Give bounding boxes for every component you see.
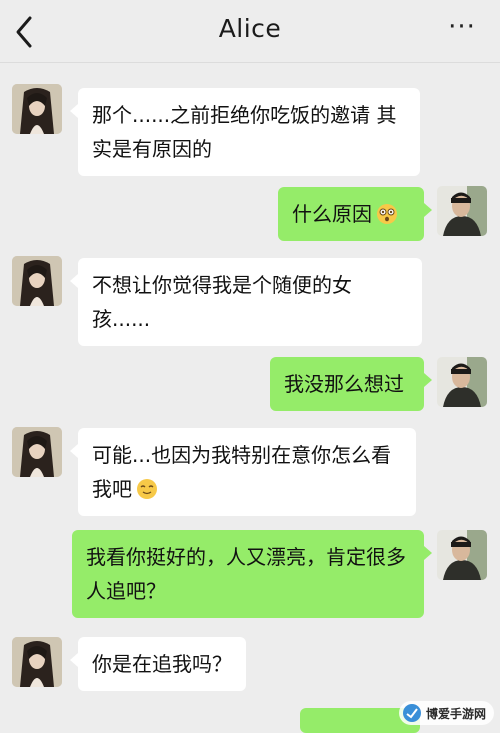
site-watermark: 博爱手游网 (398, 701, 494, 725)
sent-message-bubble[interactable]: 我没那么想过 (270, 357, 432, 411)
contact-avatar-image (12, 427, 62, 477)
contact-avatar[interactable] (12, 84, 62, 134)
received-message-bubble[interactable]: 那个......之前拒绝你吃饭的邀请 其实是有原因的 (70, 88, 420, 176)
chat-title: Alice (218, 14, 282, 43)
sent-message-bubble[interactable]: 什么原因 (278, 187, 432, 241)
message-text: 你是在追我吗？ (92, 652, 232, 676)
sent-message-bubble[interactable]: 我看你挺好的，人又漂亮，肯定很多人追吧？ (72, 530, 432, 618)
contact-avatar-image (12, 256, 62, 306)
contact-avatar[interactable] (12, 637, 62, 687)
user-avatar-image (437, 357, 487, 407)
received-message-bubble[interactable]: 不想让你觉得我是个随便的女孩...... (70, 258, 422, 346)
user-avatar[interactable] (437, 530, 487, 580)
dizzy-face-emoji-icon (377, 204, 397, 224)
user-avatar[interactable] (437, 357, 487, 407)
contact-avatar-image (12, 637, 62, 687)
chat-header: Alice ··· (0, 0, 500, 63)
message-text: 那个......之前拒绝你吃饭的邀请 其实是有原因的 (92, 103, 397, 161)
watermark-logo-icon (402, 704, 421, 722)
more-options-button[interactable]: ··· (442, 12, 482, 48)
contact-avatar-image (12, 84, 62, 134)
message-text: 不想让你觉得我是个随便的女孩...... (92, 273, 352, 331)
message-text: 我看你挺好的，人又漂亮，肯定很多人追吧？ (86, 545, 406, 603)
relieved-face-emoji-icon (137, 479, 157, 499)
received-message-bubble[interactable]: 你是在追我吗？ (70, 637, 246, 691)
user-avatar-image (437, 186, 487, 236)
received-message-bubble[interactable]: 可能...也因为我特别在意你怎么看我吧 (70, 428, 416, 516)
user-avatar-image (437, 530, 487, 580)
watermark-text: 博爱手游网 (425, 706, 486, 721)
contact-avatar[interactable] (12, 256, 62, 306)
message-text: 我没那么想过 (284, 372, 404, 396)
contact-avatar[interactable] (12, 427, 62, 477)
user-avatar[interactable] (437, 186, 487, 236)
message-text: 什么原因 (292, 202, 372, 226)
